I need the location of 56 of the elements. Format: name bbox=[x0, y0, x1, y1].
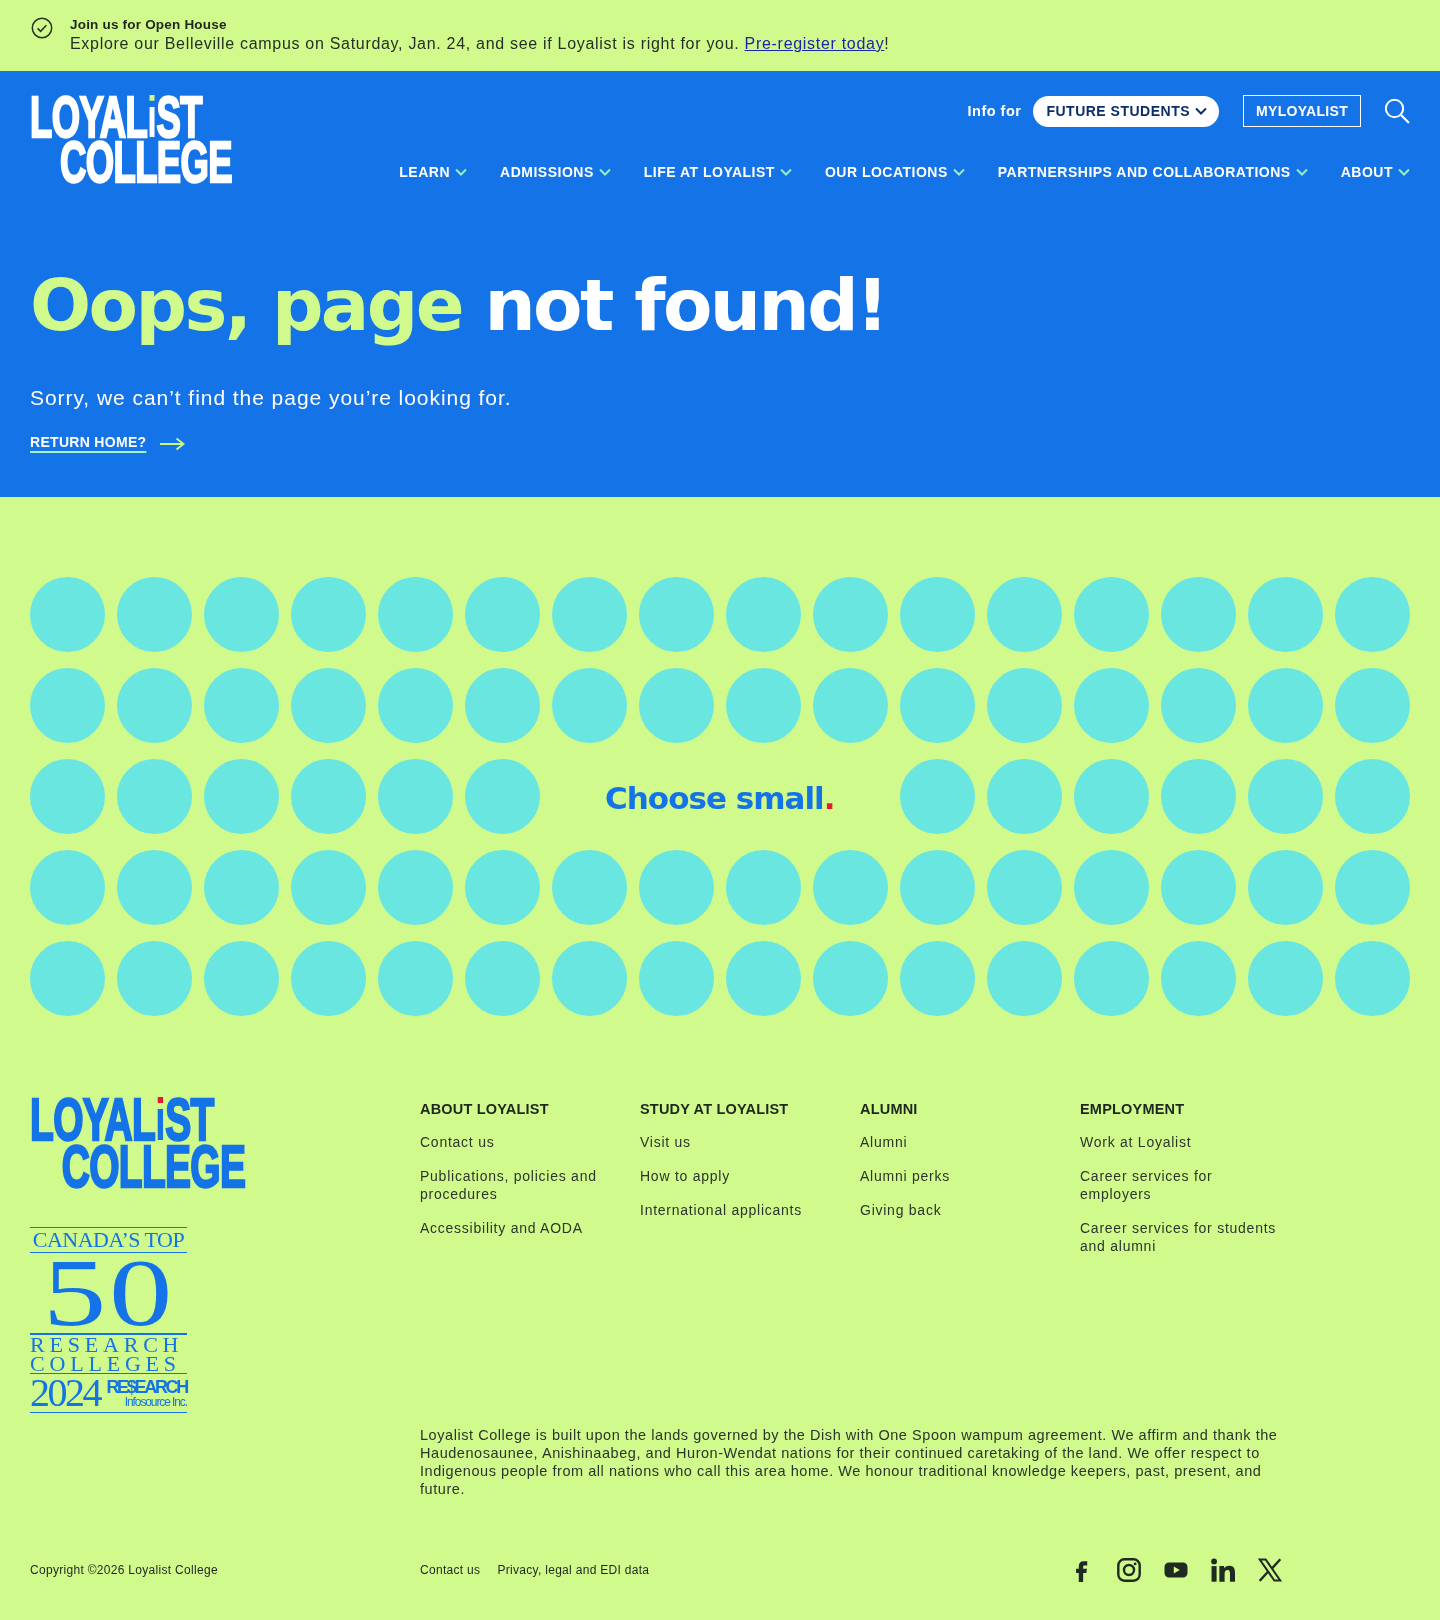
nav-menu-item[interactable]: LIFE AT LOYALIST bbox=[643, 163, 792, 181]
audience-dropdown[interactable]: FUTURE STUDENTS bbox=[1033, 95, 1220, 127]
footer-link[interactable]: Contact us bbox=[420, 1132, 495, 1151]
instagram-icon[interactable] bbox=[1117, 1557, 1141, 1582]
land-acknowledgement: Loyalist College is built upon the lands governed by the Dish with One Spoon wampum agreement. We affirm and thank the Haudenosaunee, Anishinaabeg, and Huron-Wendat nations for their continued caretaking of the land. We offer respect to Indigenous people from all nations who call this area home. We honour traditional knowledge keepers, past, present, and future. bbox=[420, 1425, 1279, 1498]
x-icon[interactable] bbox=[1258, 1557, 1282, 1582]
footer-link[interactable]: Work at Loyalist bbox=[1080, 1132, 1192, 1151]
chevron-down-icon bbox=[1295, 168, 1308, 176]
footer-column-heading: ALUMNI bbox=[860, 1099, 918, 1118]
linkedin-icon[interactable] bbox=[1211, 1557, 1235, 1582]
myloyalist-button[interactable]: MYLOYALIST bbox=[1243, 95, 1361, 127]
nav-menu-item[interactable]: ADMISSIONS bbox=[500, 163, 611, 181]
nav-menu-item[interactable]: PARTNERSHIPS AND COLLABORATIONS bbox=[997, 163, 1308, 181]
chevron-down-icon bbox=[1195, 107, 1208, 115]
nav-menu-item[interactable]: LEARN bbox=[399, 163, 468, 181]
publisher-subtitle: Infosource Inc. bbox=[124, 1395, 187, 1408]
footer-column-heading: STUDY AT LOYALIST bbox=[640, 1099, 789, 1118]
award-title: CANADA’S TOP bbox=[31, 1227, 186, 1252]
chevron-down-icon bbox=[1398, 168, 1410, 176]
info-for-label: Info for bbox=[967, 103, 1022, 119]
legal-link[interactable]: Privacy, legal and EDI data bbox=[497, 1562, 650, 1577]
footer-link[interactable]: Publications, policies and procedures bbox=[420, 1166, 621, 1203]
award-number: 50 bbox=[42, 1258, 175, 1328]
copyright-text: Copyright ©2026 Loyalist College bbox=[30, 1562, 219, 1577]
publisher-logo-text: RE$EARCH bbox=[106, 1378, 187, 1396]
footer-link[interactable]: Career services for employers bbox=[1080, 1166, 1281, 1203]
error-message: Sorry, we can’t find the page you’re looking for. bbox=[30, 385, 513, 411]
check-circle-icon bbox=[31, 17, 53, 39]
announcement-text: Explore our Belleville campus on Saturday, Jan. 24, and see if Loyalist is right for you. Pre-register today! bbox=[70, 34, 890, 54]
legal-link[interactable]: Contact us bbox=[420, 1562, 481, 1577]
footer-link[interactable]: Alumni bbox=[860, 1132, 908, 1151]
page-not-found-heading: Oops, page not found! bbox=[30, 265, 887, 345]
arrow-right-icon[interactable] bbox=[159, 437, 186, 451]
chevron-down-icon bbox=[952, 168, 965, 176]
award-line: COLLEGES bbox=[30, 1353, 182, 1373]
chevron-down-icon bbox=[779, 168, 792, 176]
return-home-link[interactable]: RETURN HOME? bbox=[30, 432, 147, 451]
award-line: RESEARCH bbox=[30, 1334, 185, 1354]
announcement-title: Join us for Open House bbox=[70, 16, 228, 34]
chevron-down-icon bbox=[598, 168, 611, 176]
pre-register-link[interactable]: Pre-register today bbox=[744, 35, 885, 52]
footer-link[interactable]: Giving back bbox=[860, 1200, 942, 1219]
footer-column-heading: ABOUT LOYALIST bbox=[420, 1099, 549, 1118]
footer-link[interactable]: Career services for students and alumni bbox=[1080, 1218, 1281, 1255]
nav-menu-item[interactable]: ABOUT bbox=[1340, 163, 1410, 181]
footer-link[interactable]: Accessibility and AODA bbox=[420, 1218, 583, 1237]
footer-link[interactable]: International applicants bbox=[640, 1200, 802, 1219]
nav-menu-item[interactable]: OUR LOCATIONS bbox=[824, 163, 965, 181]
footer-link[interactable]: How to apply bbox=[640, 1166, 730, 1185]
award-year: 2024 bbox=[30, 1376, 100, 1410]
chevron-down-icon bbox=[455, 168, 468, 176]
footer-column-heading: EMPLOYMENT bbox=[1080, 1099, 1185, 1118]
footer-link[interactable]: Alumni perks bbox=[860, 1166, 950, 1185]
search-icon[interactable] bbox=[1384, 98, 1410, 124]
choose-small-tagline: Choose small. bbox=[605, 779, 835, 818]
footer-link[interactable]: Visit us bbox=[640, 1132, 691, 1151]
